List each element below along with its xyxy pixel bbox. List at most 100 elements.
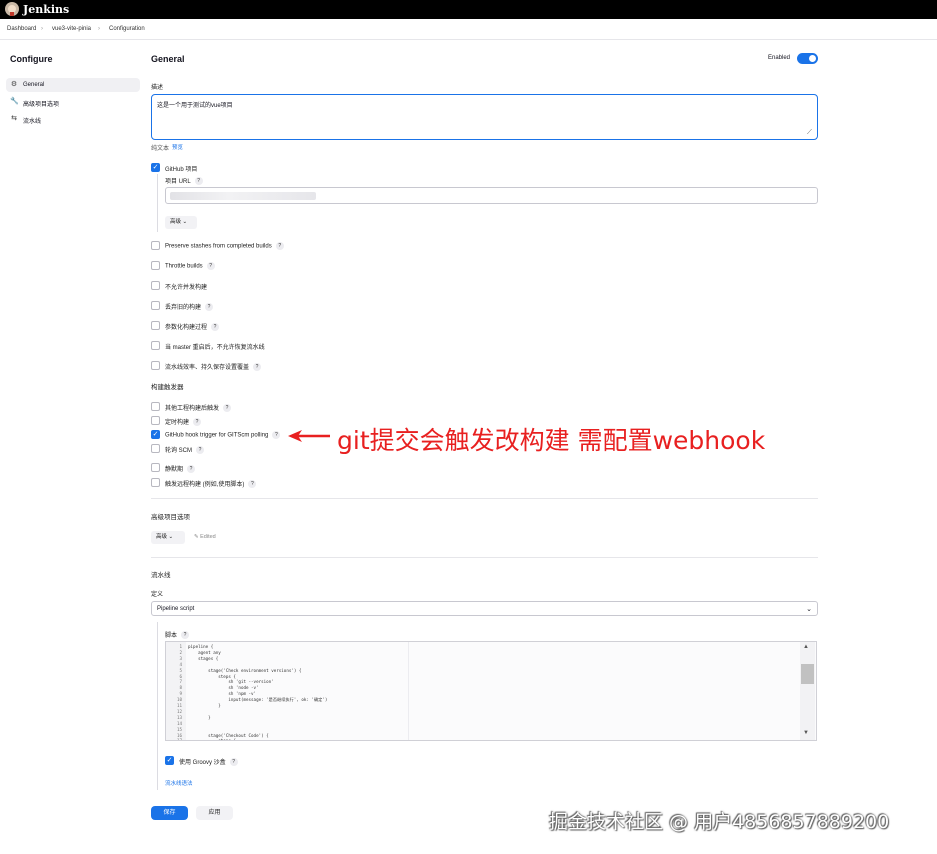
help-icon[interactable]: ? <box>229 758 238 767</box>
sidebar-item-advanced[interactable]: 🔧 高级项目选项 <box>6 95 140 109</box>
option-checkbox[interactable] <box>151 361 160 370</box>
line-number: 8 <box>179 685 182 691</box>
advanced-button[interactable]: 高级 ⌄ <box>165 216 197 229</box>
breadcrumb-configuration[interactable]: Configuration <box>109 26 145 32</box>
scroll-up-icon[interactable]: ▲ <box>803 644 809 650</box>
option-checkbox[interactable] <box>151 241 160 250</box>
option-label: 丢弃旧的构建? <box>165 302 214 312</box>
help-icon[interactable]: ? <box>248 480 257 489</box>
script-editor[interactable]: 1 2 3 4 5 6 7 8 9 10 11 12 13 14 15 16 17 pipeline { age… <box>165 641 817 741</box>
help-icon[interactable]: ? <box>181 631 190 640</box>
line-number: 1 <box>179 644 182 649</box>
line-number: 13 <box>176 714 182 720</box>
trigger-checkbox-github-hook[interactable]: ✓ <box>151 430 160 439</box>
trigger-label: 定时构建? <box>165 417 202 427</box>
option-label: 当 master 重启后，不允许恢复流水线 <box>165 345 265 351</box>
option-checkbox[interactable] <box>151 281 160 290</box>
brand-title[interactable]: Jenkins <box>23 3 69 16</box>
sidebar-item-label: 流水线 <box>23 119 42 125</box>
sidebar-item-general[interactable]: ⚙ General <box>6 78 140 92</box>
description-textarea[interactable]: 这是一个用于测试的vue项目 ⟋ <box>151 94 818 140</box>
line-number: 11 <box>176 703 182 708</box>
line-number: 5 <box>179 667 182 673</box>
code-line: stage('Checkout Code') { <box>188 732 269 738</box>
section-title-advanced: 高级项目选项 <box>151 514 190 521</box>
trigger-checkbox[interactable] <box>151 478 160 487</box>
preview-link[interactable]: 预览 <box>172 143 183 151</box>
code-line: stages { <box>188 655 219 661</box>
line-number: 3 <box>179 655 182 661</box>
definition-select[interactable]: Pipeline script ⌄ <box>151 601 818 616</box>
option-checkbox[interactable] <box>151 341 160 350</box>
definition-label: 定义 <box>151 592 164 598</box>
annotation-text: git提交会触发改构建 需配置webhook <box>337 426 766 455</box>
enabled-label: Enabled <box>768 55 791 61</box>
divider <box>151 557 818 558</box>
sidebar-title: Configure <box>10 54 53 64</box>
save-button[interactable]: 保存 <box>151 806 188 820</box>
pipeline-icon: ⇆ <box>11 115 17 122</box>
code-line: steps { <box>188 738 236 741</box>
option-checkbox[interactable] <box>151 261 160 270</box>
apply-button[interactable]: 应用 <box>196 806 233 820</box>
project-url-input[interactable] <box>165 187 818 204</box>
trigger-checkbox[interactable] <box>151 402 160 411</box>
enabled-toggle[interactable] <box>797 53 818 64</box>
definition-value: Pipeline script <box>157 606 195 612</box>
project-url-label: 项目 URL? <box>165 176 203 186</box>
help-icon[interactable]: ? <box>275 242 284 250</box>
pipeline-syntax-link[interactable]: 流水线语法 <box>165 779 193 787</box>
line-number: 10 <box>176 697 182 703</box>
breadcrumb-separator: › <box>98 26 100 32</box>
breadcrumb: Dashboard › vue3-vite-pinia › Configurat… <box>0 19 937 40</box>
help-icon[interactable]: ? <box>223 404 232 413</box>
section-title-pipeline: 流水线 <box>151 572 171 579</box>
line-number: 14 <box>176 720 182 726</box>
help-icon[interactable]: ? <box>187 465 196 474</box>
line-number: 12 <box>176 708 182 714</box>
help-icon[interactable]: ? <box>211 323 220 332</box>
trigger-checkbox[interactable] <box>151 463 160 472</box>
editor-ruler <box>408 642 409 740</box>
scrollbar-thumb[interactable] <box>801 664 814 684</box>
section-title-triggers: 构建触发器 <box>151 384 184 391</box>
option-label: Throttle builds? <box>165 262 215 270</box>
option-label: 不允许并发构建 <box>165 285 208 291</box>
option-label: 流水线效率、持久保存设置覆盖? <box>165 362 262 372</box>
option-checkbox[interactable] <box>151 301 160 310</box>
resize-handle-icon[interactable]: ⟋ <box>807 129 814 136</box>
trigger-label: GitHub hook trigger for GITScm polling? <box>165 431 281 439</box>
description-label: 描述 <box>151 85 164 91</box>
github-project-checkbox[interactable]: ✓ <box>151 163 160 172</box>
editor-scrollbar[interactable]: ▲ ▼ <box>800 642 815 740</box>
help-icon[interactable]: ? <box>206 262 215 270</box>
groovy-sandbox-label: 使用 Groovy 沙盒? <box>179 757 238 767</box>
plain-text-label: 纯文本 <box>151 146 170 152</box>
script-label: 脚本? <box>165 630 190 640</box>
top-bar: Jenkins <box>0 0 937 19</box>
help-icon[interactable]: ? <box>253 363 262 372</box>
jenkins-logo-icon[interactable] <box>5 2 19 16</box>
breadcrumb-dashboard[interactable]: Dashboard <box>7 26 36 32</box>
line-number: 16 <box>176 732 182 738</box>
breadcrumb-separator: › <box>41 26 43 32</box>
nested-indent-line <box>157 174 158 232</box>
line-number: 6 <box>179 673 182 679</box>
breadcrumb-project[interactable]: vue3-vite-pinia <box>52 26 91 32</box>
trigger-checkbox[interactable] <box>151 416 160 425</box>
line-number: 17 <box>176 738 182 741</box>
trigger-checkbox[interactable] <box>151 444 160 453</box>
groovy-sandbox-checkbox[interactable]: ✓ <box>165 756 174 765</box>
trigger-label: 静默期? <box>165 464 196 474</box>
section-title-general: General <box>151 54 185 64</box>
advanced-project-button[interactable]: 高级 ⌄ <box>151 531 185 544</box>
help-icon[interactable]: ? <box>196 446 205 455</box>
help-icon[interactable]: ? <box>205 303 214 312</box>
help-icon[interactable]: ? <box>193 418 202 427</box>
help-icon[interactable]: ? <box>194 177 203 186</box>
scroll-down-icon[interactable]: ▼ <box>803 730 809 736</box>
option-checkbox[interactable] <box>151 321 160 330</box>
code-line: steps { <box>188 673 236 679</box>
sidebar-item-pipeline[interactable]: ⇆ 流水线 <box>6 112 140 126</box>
help-icon[interactable]: ? <box>272 431 281 439</box>
